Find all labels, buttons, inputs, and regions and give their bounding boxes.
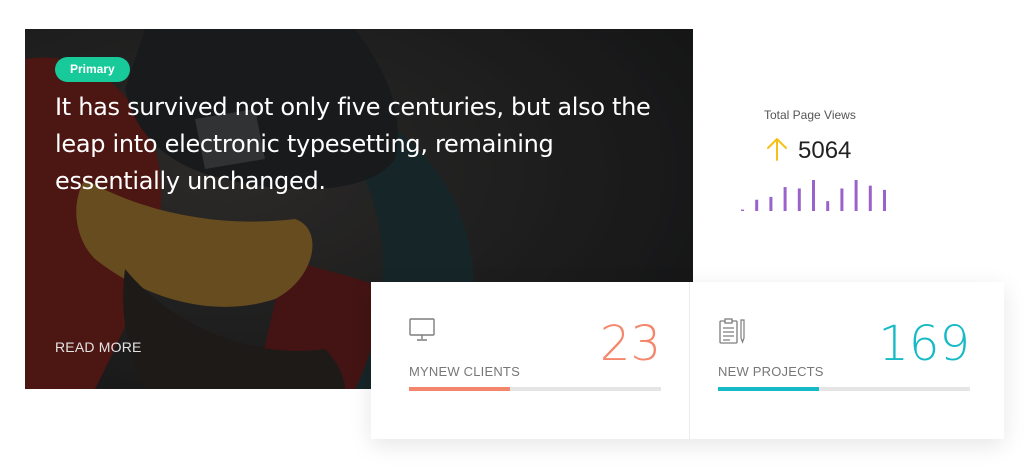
clients-count: 23 (599, 316, 661, 372)
stats-card: 23 MYNEW CLIENTS 169 NEW PROJECTS (371, 282, 1004, 439)
page-views-label: Total Page Views (764, 108, 856, 122)
stat-new-clients: 23 MYNEW CLIENTS (371, 282, 689, 439)
read-more-link[interactable]: READ MORE (55, 339, 142, 355)
clipboard-icon (719, 318, 745, 344)
sparkline-bar (812, 180, 815, 211)
monitor-icon (409, 318, 435, 341)
arrow-up-icon (767, 138, 787, 161)
projects-label: NEW PROJECTS (718, 364, 824, 379)
sparkline-bar (826, 201, 830, 211)
clients-progress-fill (409, 387, 510, 391)
clients-progress-track (409, 387, 661, 391)
sparkline-bar (755, 199, 759, 211)
sparkline-bar (783, 187, 787, 211)
primary-badge: Primary (55, 57, 130, 82)
sparkline-bar (854, 180, 858, 211)
sparkline-bar (741, 209, 744, 211)
page: Primary It has survived not only five ce… (0, 0, 1036, 475)
sparkline-bar (769, 196, 773, 211)
sparkline-bar (883, 189, 886, 211)
projects-count: 169 (878, 316, 970, 372)
clients-label: MYNEW CLIENTS (409, 364, 520, 379)
stat-new-projects: 169 NEW PROJECTS (689, 282, 1004, 439)
page-views-widget: Total Page Views 5064 (740, 100, 920, 220)
hero-headline: It has survived not only five centuries,… (55, 93, 651, 195)
projects-progress-fill (718, 387, 819, 391)
sparkline-bar (840, 188, 844, 211)
page-views-value: 5064 (798, 137, 852, 164)
page-views-sparkline (741, 180, 886, 211)
sparkline-bar (797, 188, 801, 211)
sparkline-bar (868, 185, 872, 211)
projects-progress-track (718, 387, 970, 391)
